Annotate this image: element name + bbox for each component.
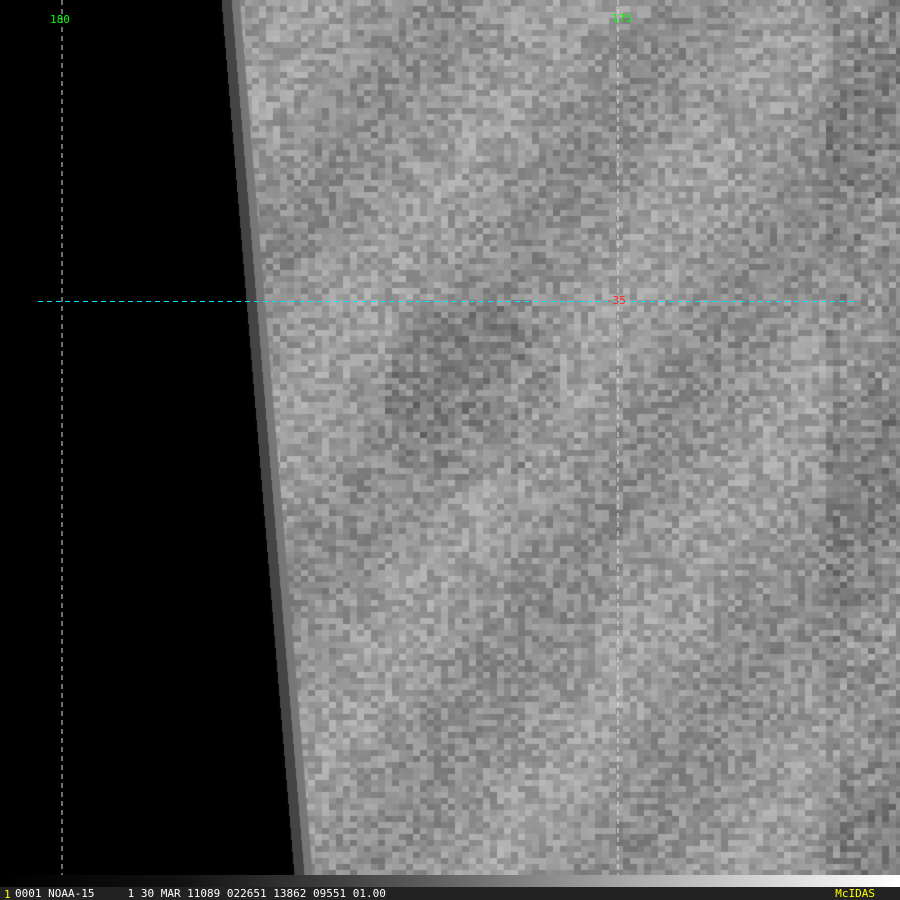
longitude-label: 175: [612, 12, 632, 25]
latitude-label: -35: [606, 294, 626, 307]
status-bar: 1 0001 NOAA-15 1 30 MAR 11089 022651 138…: [0, 887, 900, 900]
lat-lon-grid: [38, 0, 858, 875]
frame-number: 1: [4, 888, 11, 900]
satellite-image-viewer: 180 175 -35 1 0001 NOAA-15 1 30 MAR 1108…: [0, 0, 900, 900]
grayscale-bar: [0, 875, 900, 887]
image-info: 0001 NOAA-15 1 30 MAR 11089 022651 13862…: [15, 887, 386, 900]
mcidas-brand: McIDAS: [835, 887, 875, 900]
longitude-label: 180: [50, 13, 70, 26]
